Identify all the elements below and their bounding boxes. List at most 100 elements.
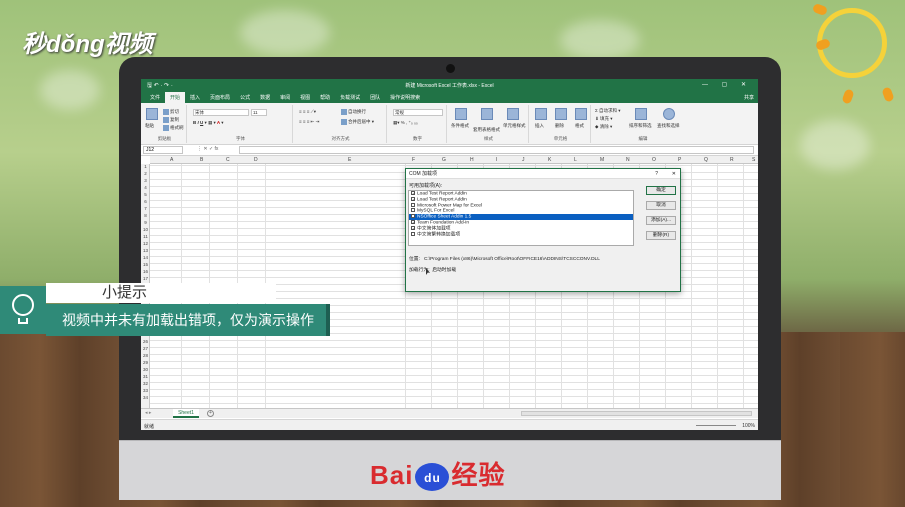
tab-view[interactable]: 视图 (295, 92, 315, 103)
sort-filter-button[interactable]: 排序和筛选 (629, 123, 652, 129)
cell-styles-button[interactable]: 单元格样式 (503, 123, 526, 129)
paste-button[interactable]: 粘贴 (145, 123, 154, 129)
column-header[interactable]: K (548, 157, 551, 163)
autosum-button[interactable]: Σ 自动求和 ▾ (595, 108, 621, 114)
column-header[interactable]: Q (704, 157, 708, 163)
row-header[interactable]: 4 (141, 185, 150, 190)
row-header[interactable]: 10 (141, 227, 150, 232)
font-size-select[interactable]: 11 (251, 109, 267, 116)
column-header[interactable]: S (752, 157, 755, 163)
close-icon[interactable]: ✕ (672, 169, 676, 179)
add-button[interactable]: 添加(A)... (646, 216, 676, 225)
ok-button[interactable]: 确定 (646, 186, 676, 195)
format-as-table-button[interactable]: 套用表格格式 (473, 127, 500, 133)
addin-checkbox[interactable]: ✓ (411, 225, 415, 230)
row-header[interactable]: 30 (141, 367, 150, 372)
column-header[interactable]: A (170, 157, 173, 163)
row-header[interactable]: 32 (141, 381, 150, 386)
tab-data[interactable]: 数据 (255, 92, 275, 103)
column-header[interactable]: O (652, 157, 656, 163)
row-header[interactable]: 8 (141, 213, 150, 218)
insert-button[interactable]: 插入 (535, 123, 544, 129)
find-select-button[interactable]: 查找和选择 (657, 123, 680, 129)
column-header[interactable]: N (626, 157, 630, 163)
addins-list[interactable]: ✓ Load Test Report Addin ✓ Load Test Report… (408, 190, 634, 246)
column-header[interactable]: G (442, 157, 446, 163)
row-header[interactable]: 5 (141, 192, 150, 197)
tab-formulas[interactable]: 公式 (235, 92, 255, 103)
addin-checkbox[interactable]: ✓ (411, 191, 415, 196)
wrap-text-button[interactable]: 自动换行 (341, 109, 366, 115)
clear-button[interactable]: ◆ 清除 ▾ (595, 124, 612, 130)
addin-item[interactable]: 中文简繁转换加载项 (409, 231, 633, 238)
row-header[interactable]: 27 (141, 346, 150, 351)
font-name-select[interactable]: 宋体 (193, 109, 249, 116)
tab-review[interactable]: 审阅 (275, 92, 295, 103)
copy-button[interactable]: 复制 (163, 117, 179, 123)
row-header[interactable]: 17 (141, 276, 150, 281)
tab-team[interactable]: 团队 (365, 92, 385, 103)
row-header[interactable]: 34 (141, 395, 150, 400)
formula-input[interactable] (239, 146, 754, 154)
number-format-select[interactable]: 常规 (393, 109, 443, 116)
format-button[interactable]: 格式 (575, 123, 584, 129)
tab-help[interactable]: 帮助 (315, 92, 335, 103)
row-header[interactable]: 16 (141, 269, 150, 274)
sheet-nav-arrows[interactable]: ◂ ▸ (145, 410, 151, 416)
row-header[interactable]: 11 (141, 234, 150, 239)
row-header[interactable]: 14 (141, 255, 150, 260)
column-header[interactable]: I (496, 157, 497, 163)
zoom-level[interactable]: 100% (742, 423, 755, 429)
column-header[interactable]: B (200, 157, 203, 163)
row-header[interactable]: 33 (141, 388, 150, 393)
fill-button[interactable]: ⬇ 填充 ▾ (595, 116, 613, 122)
align-buttons[interactable]: ≡ ≡ ≡ ⇤ ⇥ (299, 119, 319, 125)
column-header[interactable]: E (348, 157, 351, 163)
help-icon[interactable]: ? (655, 169, 658, 179)
row-header[interactable]: 7 (141, 206, 150, 211)
row-header[interactable]: 6 (141, 199, 150, 204)
column-header[interactable]: H (470, 157, 474, 163)
row-header[interactable]: 9 (141, 220, 150, 225)
addin-checkbox[interactable] (411, 231, 415, 236)
merge-center-button[interactable]: 合并后居中 ▾ (341, 119, 374, 125)
row-header[interactable]: 3 (141, 178, 150, 183)
row-header[interactable]: 15 (141, 262, 150, 267)
column-header[interactable]: L (574, 157, 577, 163)
column-header[interactable]: R (730, 157, 734, 163)
share-button[interactable]: 共享 (739, 92, 758, 103)
row-header[interactable]: 29 (141, 360, 150, 365)
tab-file[interactable]: 文件 (145, 92, 165, 103)
cut-button[interactable]: 剪切 (163, 109, 179, 115)
formula-icons[interactable]: ⋮ ✕ ✓ fx (197, 146, 218, 152)
tab-page-layout[interactable]: 页面布局 (205, 92, 235, 103)
conditional-format-button[interactable]: 条件格式 (451, 123, 469, 129)
name-box[interactable]: J12 (143, 146, 183, 154)
horizontal-scrollbar[interactable] (521, 411, 752, 416)
row-header[interactable]: 26 (141, 339, 150, 344)
remove-button[interactable]: 删除(R) (646, 231, 676, 240)
addin-checkbox[interactable] (411, 202, 415, 207)
add-sheet-button[interactable]: + (207, 410, 214, 417)
bold-button[interactable]: B I U ▾ ▦ ▾ A ▾ (193, 120, 224, 126)
row-header[interactable]: 2 (141, 171, 150, 176)
row-header[interactable]: 28 (141, 353, 150, 358)
column-header[interactable]: D (254, 157, 258, 163)
column-header[interactable]: M (600, 157, 604, 163)
cancel-button[interactable]: 取消 (646, 201, 676, 210)
tab-insert[interactable]: 插入 (185, 92, 205, 103)
column-header[interactable]: J (522, 157, 525, 163)
column-header[interactable]: F (412, 157, 415, 163)
column-header[interactable]: P (678, 157, 681, 163)
sheet-tab-sheet1[interactable]: Sheet1 (173, 409, 199, 418)
row-header[interactable]: 31 (141, 374, 150, 379)
addin-checkbox[interactable]: ✓ (411, 219, 415, 224)
addin-checkbox[interactable]: ✓ (411, 196, 415, 201)
window-controls[interactable]: — ▢ ✕ (702, 81, 752, 88)
align-top-buttons[interactable]: ≡ ≡ ≡ ⟋▾ (299, 109, 316, 115)
zoom-slider[interactable] (696, 425, 736, 426)
delete-button[interactable]: 删除 (555, 123, 564, 129)
addin-checkbox[interactable] (411, 208, 415, 213)
row-header[interactable]: 1 (141, 164, 150, 169)
addin-checkbox[interactable] (411, 214, 415, 219)
